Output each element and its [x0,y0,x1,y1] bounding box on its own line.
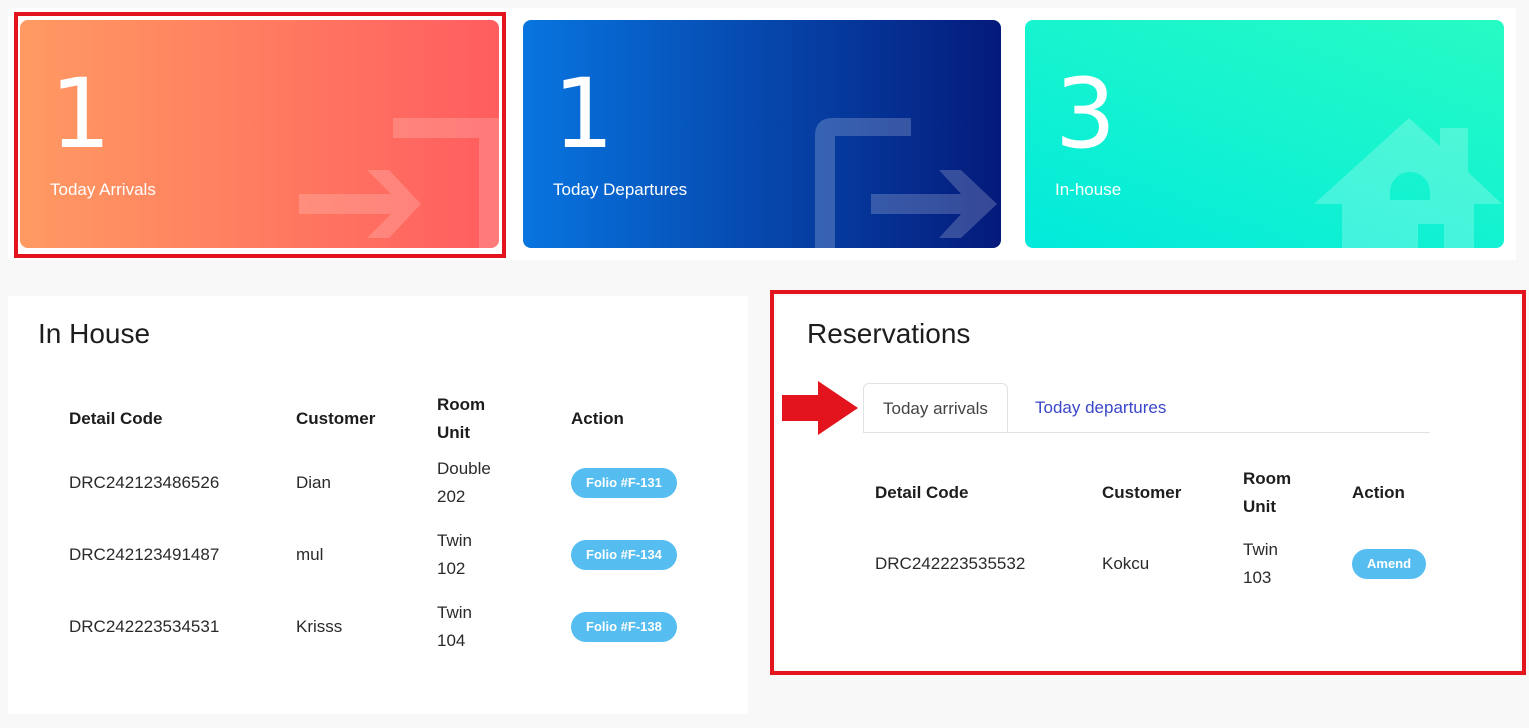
arrivals-highlight-box [14,12,506,258]
house-icon [1314,118,1502,248]
amend-button[interactable]: Amend [1352,549,1427,579]
customer-cell: Kokcu [1102,554,1150,573]
pointer-arrow-icon [782,381,858,435]
detail-code-cell: DRC242223534531 [69,617,220,636]
detail-code-cell: DRC242123491487 [69,545,220,564]
tab-today-arrivals[interactable]: Today arrivals [863,383,1008,432]
detail-code-cell: DRC242223535532 [875,554,1026,573]
room-number: 202 [437,487,466,506]
departure-arrow-icon [815,118,997,248]
action-cell: Folio #F-134 [571,519,689,591]
room-type: Twin [437,531,472,550]
in-house-count: 3 [1055,58,1117,170]
col-customer: Customer [1102,483,1182,502]
room-unit-cell: Double 202 [437,447,571,519]
reservations-table: Detail Code Customer Room Unit Action DR… [875,464,1431,606]
in-house-title: In House [38,318,151,349]
room-type: Twin [437,603,472,622]
reservation-tabs: Today arrivals Today departures [863,383,1430,433]
detail-code-cell: DRC242123486526 [69,473,220,492]
tab-today-departures[interactable]: Today departures [1016,383,1185,432]
action-cell: Folio #F-131 [571,447,689,519]
today-departures-card[interactable]: 1 Today Departures [523,20,1001,248]
col-detail-code: Detail Code [69,409,163,428]
room-unit-cell: Twin 103 [1243,522,1352,606]
room-number: 103 [1243,568,1272,587]
action-cell: Amend [1352,522,1431,606]
in-house-card[interactable]: 3 In-house [1025,20,1504,248]
col-room-unit: Room Unit [437,391,571,447]
col-customer: Customer [296,409,376,428]
table-row: DRC242123486526 Dian Double 202 Folio #F-… [69,447,689,519]
in-house-label: In-house [1055,180,1122,199]
room-number: 104 [437,631,466,650]
room-type: Twin [1243,540,1278,559]
today-departures-count: 1 [553,58,615,170]
folio-button[interactable]: Folio #F-131 [571,468,677,498]
room-unit-cell: Twin 104 [437,591,571,663]
today-departures-label: Today Departures [553,180,688,199]
folio-button[interactable]: Folio #F-138 [571,612,677,642]
room-number: 102 [437,559,466,578]
col-action: Action [1352,483,1405,502]
col-room-unit: Room Unit [1243,464,1352,522]
col-room-unit-label: Room Unit [1243,469,1292,516]
table-row: DRC242223535532 Kokcu Twin 103 Amend [875,522,1431,606]
table-row: DRC242123491487 mul Twin 102 Folio #F-134 [69,519,689,591]
room-type: Double [437,459,491,478]
table-row: DRC242223534531 Krisss Twin 104 Folio #F-… [69,591,689,663]
action-cell: Folio #F-138 [571,591,689,663]
reservations-title: Reservations [807,318,971,349]
table-header-row: Detail Code Customer Room Unit Action [875,464,1431,522]
in-house-table: Detail Code Customer Room Unit Action DR… [69,391,689,663]
col-action: Action [571,409,624,428]
table-header-row: Detail Code Customer Room Unit Action [69,391,689,447]
room-unit-cell: Twin 102 [437,519,571,591]
customer-cell: mul [296,545,324,564]
customer-cell: Krisss [296,617,343,636]
customer-cell: Dian [296,473,331,492]
col-detail-code: Detail Code [875,483,969,502]
folio-button[interactable]: Folio #F-134 [571,540,677,570]
col-room-unit-label: Room Unit [437,395,486,442]
